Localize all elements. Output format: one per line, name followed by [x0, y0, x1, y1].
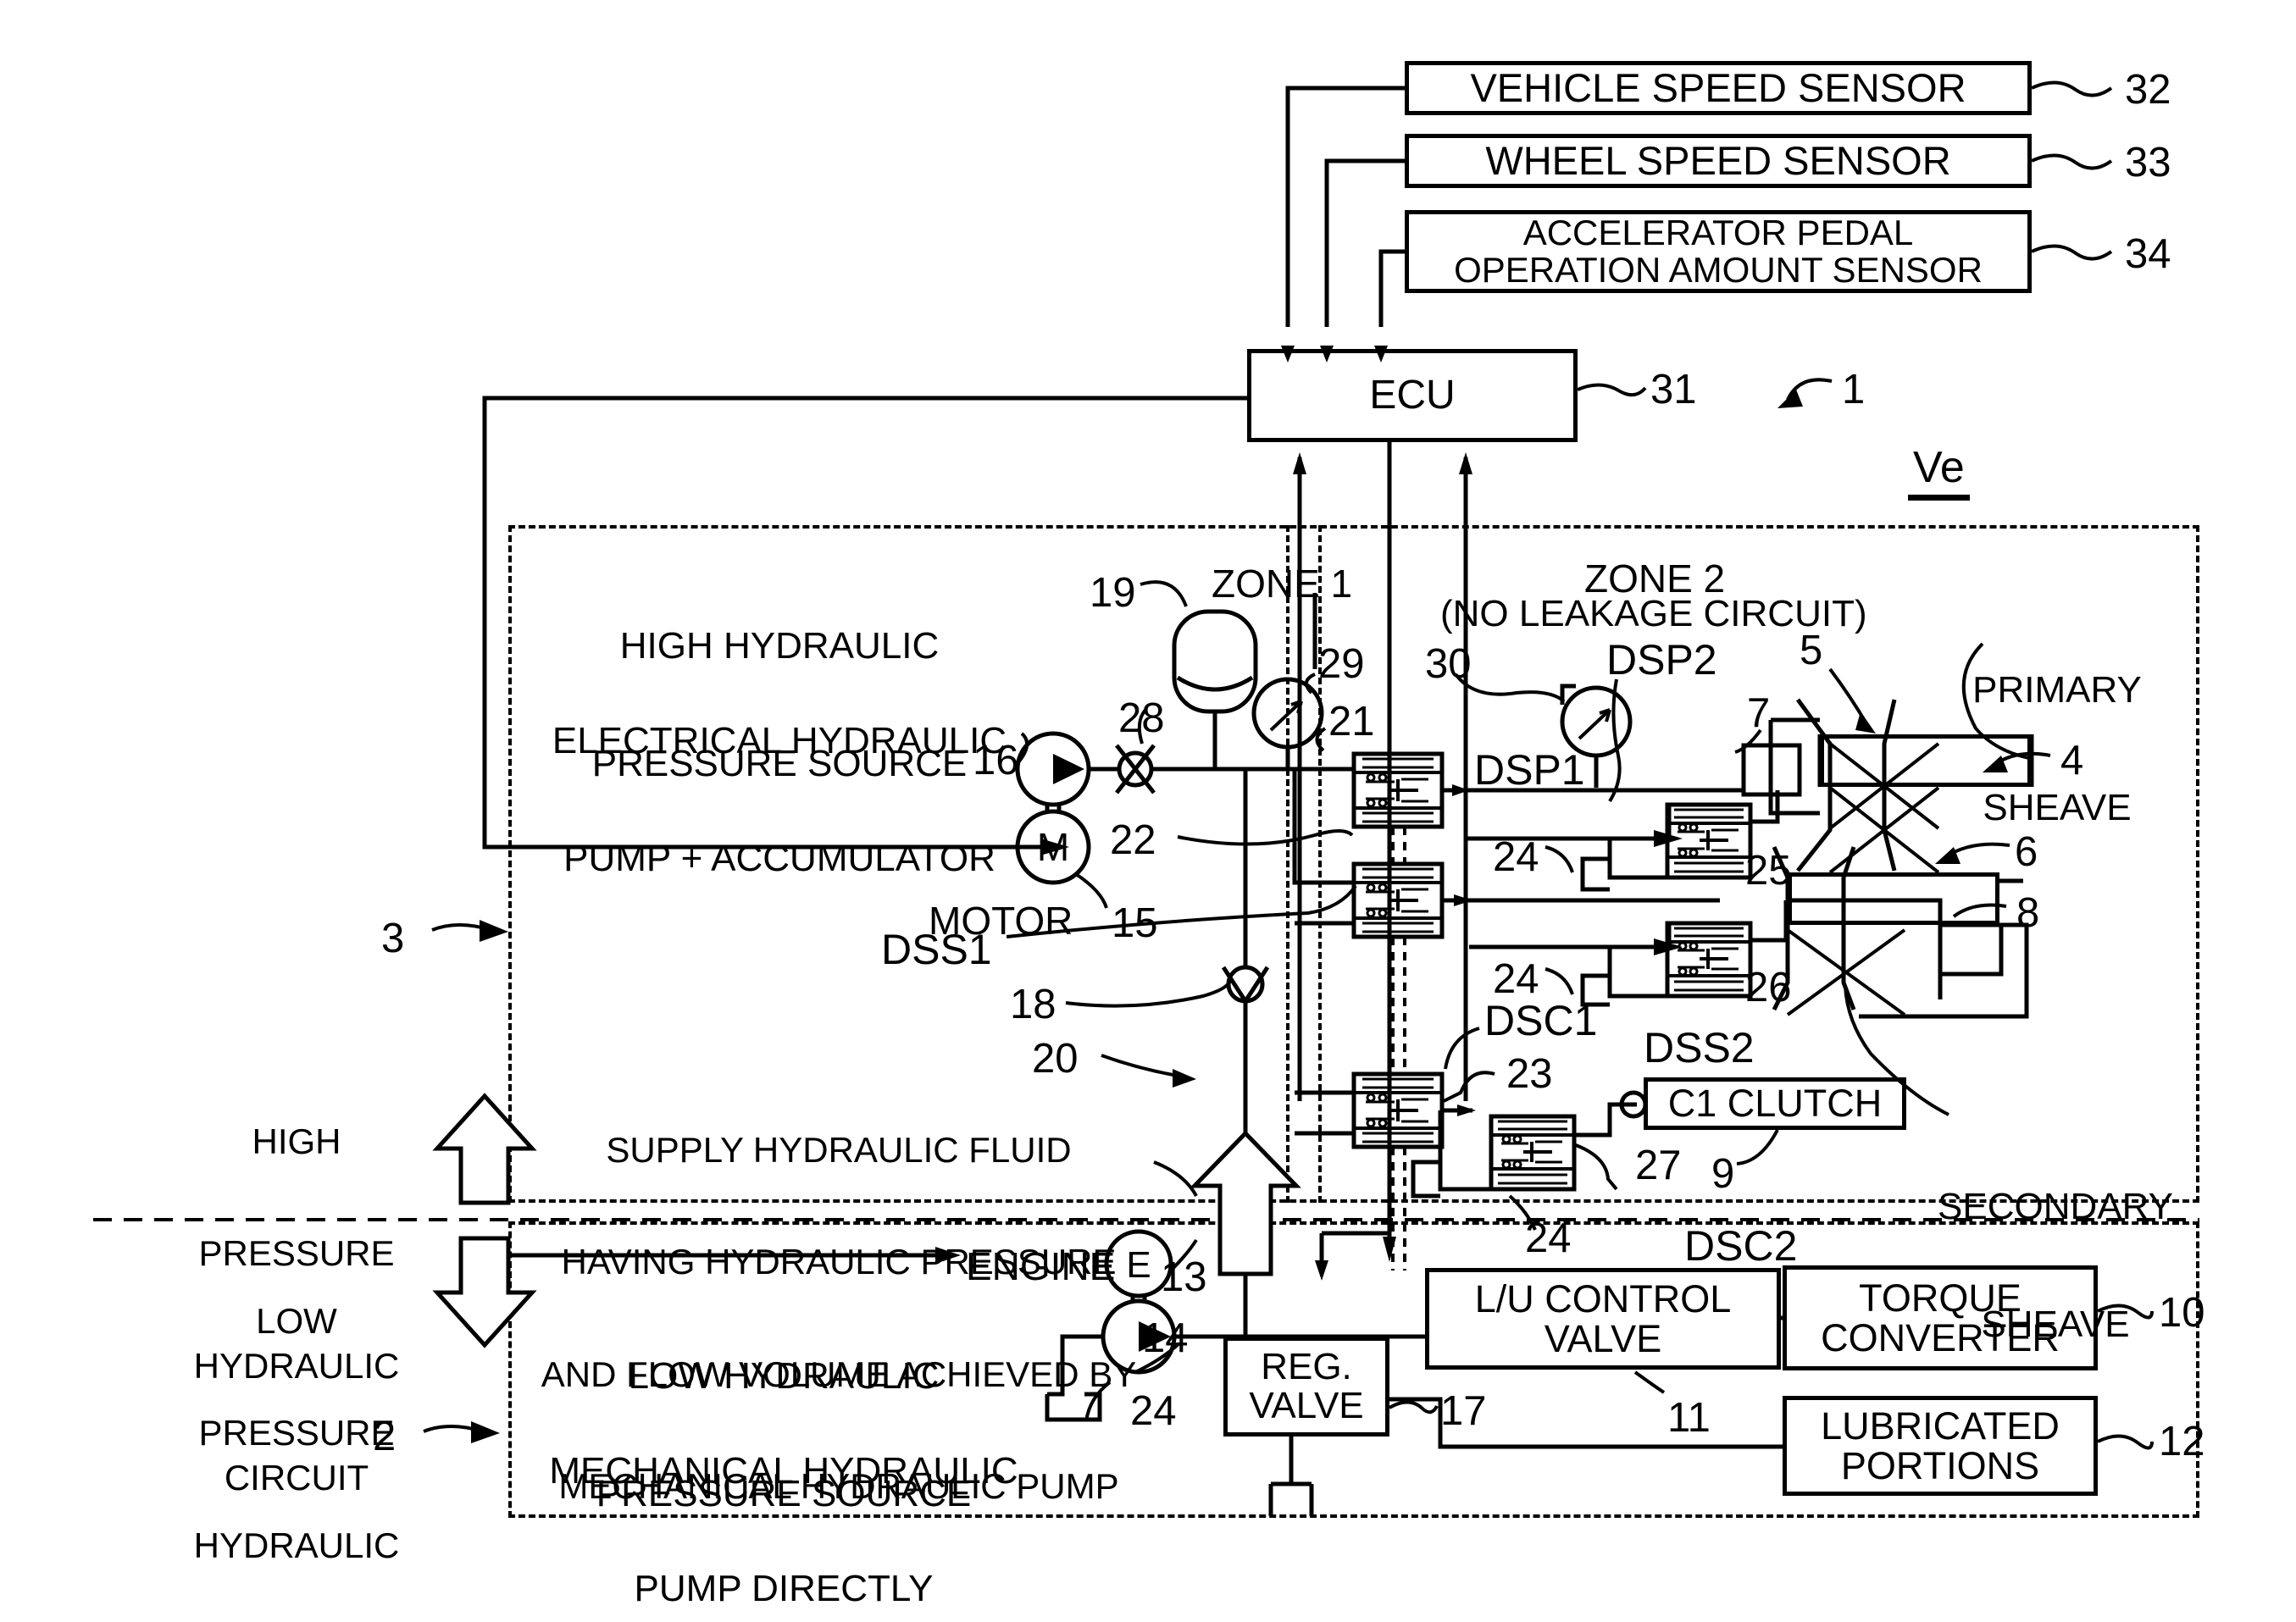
secondary-sheave-label: SECONDARY SHEAVE	[1911, 1110, 2199, 1423]
low-source-subtitle-line1: MECHANICAL HYDRAULIC	[549, 1450, 1018, 1492]
low-pressure-side-label-line2: PRESSURE	[198, 1413, 395, 1453]
ref-number-20: 20	[1032, 1036, 1079, 1082]
ref-number-23: 23	[1506, 1051, 1553, 1097]
ref-number-8: 8	[2016, 890, 2040, 936]
zone2-boundary	[1318, 525, 1322, 1203]
zone1-boundary	[1286, 525, 1289, 1203]
ref-number-17: 17	[1440, 1388, 1487, 1434]
ref-number-24-b: 24	[1493, 956, 1539, 1002]
sensor-box-accel-pedal: ACCELERATOR PEDAL OPERATION AMOUNT SENSO…	[1405, 210, 2032, 293]
ref-number-14: 14	[1142, 1315, 1189, 1361]
ref-number-24-d: 24	[1130, 1388, 1177, 1434]
c1-clutch-label: C1 CLUTCH	[1667, 1082, 1883, 1126]
sensor-label: WHEEL SPEED SENSOR	[1485, 138, 1951, 184]
primary-sheave-label: PRIMARY SHEAVE	[1922, 593, 2193, 906]
dsp2-label: DSP2	[1606, 636, 1717, 684]
ref-number-19: 19	[1090, 570, 1136, 616]
ref-number-3: 3	[381, 916, 405, 961]
ref-number-28: 28	[1118, 695, 1165, 741]
ref-number-33: 33	[2125, 140, 2171, 185]
ref-number-27: 27	[1635, 1143, 1682, 1188]
vehicle-label: Ve	[1908, 442, 1970, 501]
lubricated-line2: PORTIONS	[1840, 1444, 2040, 1487]
ref-number-7: 7	[1747, 690, 1771, 736]
ref-number-9: 9	[1711, 1151, 1735, 1197]
low-source-subtitle-line2: PUMP DIRECTLY	[634, 1567, 934, 1609]
sensor-label: VEHICLE SPEED SENSOR	[1470, 65, 1966, 111]
ref-number-24-a: 24	[1493, 834, 1539, 880]
ref-number-5: 5	[1800, 628, 1823, 673]
dsc1-label: DSC1	[1484, 997, 1598, 1044]
secondary-sheave-line2: SHEAVE	[1981, 1303, 2130, 1345]
supply-note-line1: SUPPLY HYDRAULIC FLUID	[606, 1130, 1072, 1171]
ref-number-32: 32	[2125, 67, 2171, 113]
zone1-label: ZONE 1	[1212, 562, 1353, 606]
lu-control-valve-box: L/U CONTROL VALVE	[1425, 1268, 1781, 1370]
ref-number-11: 11	[1667, 1395, 1711, 1441]
ecu-label: ECU	[1369, 372, 1456, 418]
ref-number-21: 21	[1328, 699, 1375, 745]
primary-sheave-line1: PRIMARY	[1972, 669, 2142, 711]
reg-valve-line1: REG.	[1261, 1345, 1352, 1387]
ref-number-6: 6	[2015, 829, 2038, 875]
ref-number-34: 34	[2125, 231, 2171, 277]
ref-number-13: 13	[1161, 1254, 1207, 1300]
reg-valve-line2: VALVE	[1249, 1385, 1364, 1426]
secondary-sheave-line1: SECONDARY	[1938, 1186, 2173, 1228]
low-pressure-side-label: LOW PRESSURE HYDRAULIC CIRCUIT	[144, 1228, 449, 1622]
engine-label: ENGINE	[966, 1244, 1116, 1288]
ref-number-1: 1	[1842, 367, 1866, 412]
high-pressure-side-label-line1: HIGH	[252, 1121, 341, 1162]
low-pressure-side-label-line1: LOW	[256, 1301, 337, 1342]
ref-number-15: 15	[1112, 900, 1158, 946]
sensor-label: ACCELERATOR PEDAL OPERATION AMOUNT SENSO…	[1454, 212, 1983, 290]
ref-number-26: 26	[1745, 965, 1792, 1010]
low-source-subtitle: MECHANICAL HYDRAULIC PUMP DIRECTLY CONNE…	[525, 1374, 1042, 1622]
ref-number-29: 29	[1318, 641, 1365, 687]
motor-label: MOTOR	[929, 899, 1073, 943]
ref-number-4: 4	[2060, 738, 2084, 783]
ecu-box: ECU	[1247, 349, 1578, 442]
reg-valve-box: REG. VALVE	[1223, 1337, 1389, 1437]
lu-valve-line2: VALVE	[1544, 1317, 1662, 1360]
ref-number-24-c: 24	[1525, 1215, 1572, 1261]
ref-number-2: 2	[373, 1414, 397, 1459]
ref-number-12: 12	[2159, 1419, 2205, 1464]
dss2-label: DSS2	[1644, 1024, 1755, 1071]
sensor-box-vehicle-speed: VEHICLE SPEED SENSOR	[1405, 61, 2032, 115]
patent-figure-canvas: VEHICLE SPEED SENSOR 32 WHEEL SPEED SENS…	[0, 0, 2296, 1622]
low-pressure-side-label-line3: HYDRAULIC	[193, 1525, 400, 1565]
ref-number-30: 30	[1425, 641, 1472, 687]
c1-clutch-box: C1 CLUTCH	[1644, 1077, 1906, 1130]
ref-number-25: 25	[1745, 848, 1792, 894]
ref-number-31: 31	[1650, 367, 1697, 412]
ref-number-18: 18	[1010, 982, 1056, 1027]
sensor-box-wheel-speed: WHEEL SPEED SENSOR	[1405, 134, 2032, 188]
high-source-subtitle-line1: ELECTRICAL HYDRAULIC	[552, 720, 1007, 762]
primary-sheave-line2: SHEAVE	[1983, 786, 2132, 828]
dsp1-label: DSP1	[1474, 746, 1585, 794]
ref-number-22: 22	[1110, 817, 1156, 863]
high-source-subtitle-line2: PUMP + ACCUMULATOR	[563, 837, 995, 879]
dsc2-label: DSC2	[1684, 1222, 1798, 1270]
lu-valve-line1: L/U CONTROL	[1474, 1276, 1732, 1320]
ref-number-16: 16	[973, 738, 1019, 783]
